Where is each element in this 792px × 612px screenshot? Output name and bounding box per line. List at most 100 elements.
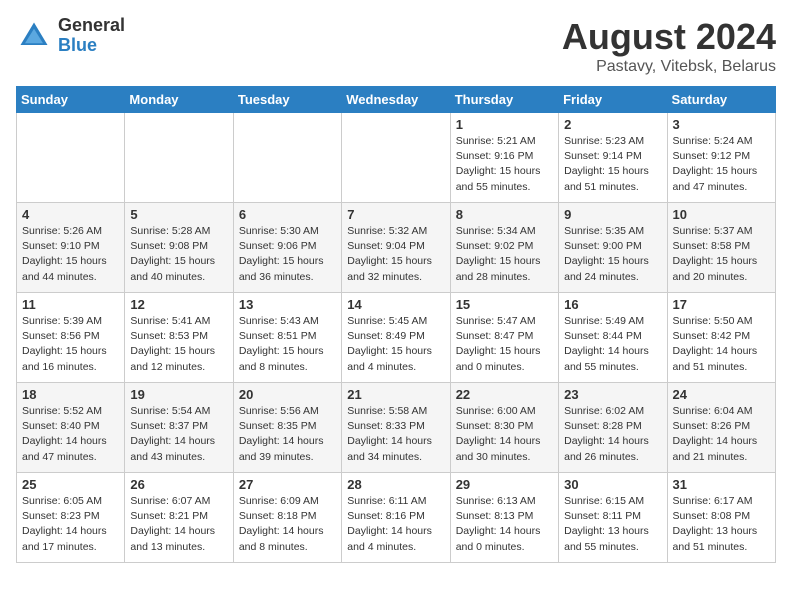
calendar-cell [233,113,341,203]
calendar-cell: 8Sunrise: 5:34 AM Sunset: 9:02 PM Daylig… [450,203,558,293]
day-info: Sunrise: 6:07 AM Sunset: 8:21 PM Dayligh… [130,494,227,555]
calendar-cell: 15Sunrise: 5:47 AM Sunset: 8:47 PM Dayli… [450,293,558,383]
day-number: 23 [564,387,661,402]
day-info: Sunrise: 5:41 AM Sunset: 8:53 PM Dayligh… [130,314,227,375]
day-number: 9 [564,207,661,222]
day-info: Sunrise: 6:15 AM Sunset: 8:11 PM Dayligh… [564,494,661,555]
calendar-title: August 2024 [562,16,776,58]
calendar-subtitle: Pastavy, Vitebsk, Belarus [562,58,776,76]
day-info: Sunrise: 5:43 AM Sunset: 8:51 PM Dayligh… [239,314,336,375]
day-number: 25 [22,477,119,492]
day-number: 14 [347,297,444,312]
day-info: Sunrise: 5:30 AM Sunset: 9:06 PM Dayligh… [239,224,336,285]
day-number: 17 [673,297,770,312]
logo-icon [16,18,52,54]
calendar-cell: 24Sunrise: 6:04 AM Sunset: 8:26 PM Dayli… [667,383,775,473]
day-number: 15 [456,297,553,312]
calendar-table: SundayMondayTuesdayWednesdayThursdayFrid… [16,86,776,563]
day-info: Sunrise: 5:32 AM Sunset: 9:04 PM Dayligh… [347,224,444,285]
calendar-cell: 6 Sunrise: 5:30 AM Sunset: 9:06 PM Daylig… [233,203,341,293]
day-number: 19 [130,387,227,402]
day-number: 20 [239,387,336,402]
calendar-cell: 1 Sunrise: 5:21 AM Sunset: 9:16 PM Daylig… [450,113,558,203]
page-header: General Blue August 2024 Pastavy, Vitebs… [16,16,776,76]
day-number: 8 [456,207,553,222]
day-info: Sunrise: 6:13 AM Sunset: 8:13 PM Dayligh… [456,494,553,555]
day-number: 27 [239,477,336,492]
day-number: 30 [564,477,661,492]
column-header-thursday: Thursday [450,87,558,113]
title-block: August 2024 Pastavy, Vitebsk, Belarus [562,16,776,76]
header-row: SundayMondayTuesdayWednesdayThursdayFrid… [17,87,776,113]
column-header-sunday: Sunday [17,87,125,113]
column-header-monday: Monday [125,87,233,113]
calendar-cell: 23Sunrise: 6:02 AM Sunset: 8:28 PM Dayli… [559,383,667,473]
day-number: 29 [456,477,553,492]
calendar-week-4: 18 Sunrise: 5:52 AM Sunset: 8:40 PM Dayli… [17,383,776,473]
day-info: Sunrise: 6:04 AM Sunset: 8:26 PM Dayligh… [673,404,770,465]
day-number: 10 [673,207,770,222]
logo: General Blue [16,16,125,56]
day-info: Sunrise: 6:09 AM Sunset: 8:18 PM Dayligh… [239,494,336,555]
day-info: Sunrise: 6:00 AM Sunset: 8:30 PM Dayligh… [456,404,553,465]
calendar-cell: 26Sunrise: 6:07 AM Sunset: 8:21 PM Dayli… [125,473,233,563]
day-number: 31 [673,477,770,492]
day-info: Sunrise: 5:23 AM Sunset: 9:14 PM Dayligh… [564,134,661,195]
day-number: 22 [456,387,553,402]
day-number: 21 [347,387,444,402]
day-number: 12 [130,297,227,312]
day-info: Sunrise: 5:56 AM Sunset: 8:35 PM Dayligh… [239,404,336,465]
day-info: Sunrise: 5:52 AM Sunset: 8:40 PM Dayligh… [22,404,119,465]
calendar-week-3: 11Sunrise: 5:39 AM Sunset: 8:56 PM Dayli… [17,293,776,383]
day-number: 13 [239,297,336,312]
day-info: Sunrise: 5:28 AM Sunset: 9:08 PM Dayligh… [130,224,227,285]
column-header-tuesday: Tuesday [233,87,341,113]
day-info: Sunrise: 5:39 AM Sunset: 8:56 PM Dayligh… [22,314,119,375]
day-number: 16 [564,297,661,312]
calendar-cell: 4Sunrise: 5:26 AM Sunset: 9:10 PM Daylig… [17,203,125,293]
calendar-cell: 14Sunrise: 5:45 AM Sunset: 8:49 PM Dayli… [342,293,450,383]
day-info: Sunrise: 5:50 AM Sunset: 8:42 PM Dayligh… [673,314,770,375]
day-info: Sunrise: 5:49 AM Sunset: 8:44 PM Dayligh… [564,314,661,375]
calendar-cell: 30 Sunrise: 6:15 AM Sunset: 8:11 PM Dayli… [559,473,667,563]
day-info: Sunrise: 5:58 AM Sunset: 8:33 PM Dayligh… [347,404,444,465]
column-header-wednesday: Wednesday [342,87,450,113]
day-info: Sunrise: 5:37 AM Sunset: 8:58 PM Dayligh… [673,224,770,285]
day-number: 28 [347,477,444,492]
day-info: Sunrise: 6:11 AM Sunset: 8:16 PM Dayligh… [347,494,444,555]
calendar-cell: 11Sunrise: 5:39 AM Sunset: 8:56 PM Dayli… [17,293,125,383]
calendar-cell: 5Sunrise: 5:28 AM Sunset: 9:08 PM Daylig… [125,203,233,293]
calendar-cell: 17 Sunrise: 5:50 AM Sunset: 8:42 PM Dayli… [667,293,775,383]
calendar-cell: 29 Sunrise: 6:13 AM Sunset: 8:13 PM Dayli… [450,473,558,563]
calendar-cell: 10 Sunrise: 5:37 AM Sunset: 8:58 PM Dayli… [667,203,775,293]
calendar-cell: 31 Sunrise: 6:17 AM Sunset: 8:08 PM Dayli… [667,473,775,563]
calendar-cell: 19Sunrise: 5:54 AM Sunset: 8:37 PM Dayli… [125,383,233,473]
logo-blue: Blue [58,36,125,56]
calendar-cell: 13 Sunrise: 5:43 AM Sunset: 8:51 PM Dayli… [233,293,341,383]
day-info: Sunrise: 6:17 AM Sunset: 8:08 PM Dayligh… [673,494,770,555]
calendar-cell: 12 Sunrise: 5:41 AM Sunset: 8:53 PM Dayli… [125,293,233,383]
day-info: Sunrise: 6:05 AM Sunset: 8:23 PM Dayligh… [22,494,119,555]
calendar-week-5: 25 Sunrise: 6:05 AM Sunset: 8:23 PM Dayli… [17,473,776,563]
calendar-cell: 9Sunrise: 5:35 AM Sunset: 9:00 PM Daylig… [559,203,667,293]
day-number: 2 [564,117,661,132]
calendar-cell [125,113,233,203]
day-info: Sunrise: 5:26 AM Sunset: 9:10 PM Dayligh… [22,224,119,285]
day-info: Sunrise: 5:21 AM Sunset: 9:16 PM Dayligh… [456,134,553,195]
day-number: 3 [673,117,770,132]
calendar-cell: 18 Sunrise: 5:52 AM Sunset: 8:40 PM Dayli… [17,383,125,473]
calendar-cell [17,113,125,203]
column-header-saturday: Saturday [667,87,775,113]
day-number: 1 [456,117,553,132]
calendar-week-2: 4Sunrise: 5:26 AM Sunset: 9:10 PM Daylig… [17,203,776,293]
day-info: Sunrise: 5:24 AM Sunset: 9:12 PM Dayligh… [673,134,770,195]
calendar-cell: 2 Sunrise: 5:23 AM Sunset: 9:14 PM Daylig… [559,113,667,203]
calendar-cell: 27 Sunrise: 6:09 AM Sunset: 8:18 PM Dayli… [233,473,341,563]
calendar-cell: 25 Sunrise: 6:05 AM Sunset: 8:23 PM Dayli… [17,473,125,563]
calendar-cell [342,113,450,203]
calendar-cell: 3 Sunrise: 5:24 AM Sunset: 9:12 PM Daylig… [667,113,775,203]
calendar-week-1: 1 Sunrise: 5:21 AM Sunset: 9:16 PM Daylig… [17,113,776,203]
column-header-friday: Friday [559,87,667,113]
day-number: 6 [239,207,336,222]
day-number: 18 [22,387,119,402]
